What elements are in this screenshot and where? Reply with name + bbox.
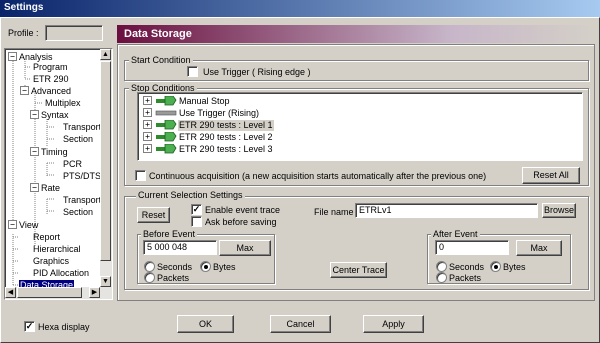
tree-collapse-icon[interactable]: − [8,220,17,229]
before-bytes-label: Bytes [213,262,236,272]
scroll-thumb[interactable] [17,287,82,298]
stop-item-manual[interactable]: Manual Stop [179,96,230,107]
tree-collapse-icon[interactable]: − [30,147,39,156]
after-event-value: 0 [439,242,445,252]
tree-item-pts-dts[interactable]: PTS/DTS [63,171,101,182]
before-event-value: 5 000 048 [147,242,188,252]
page-title: Data Storage [124,28,192,40]
after-seconds-label: Seconds [449,262,485,272]
tree-item-report[interactable]: Report [33,232,60,243]
continuous-label: Continuous acquisition (a new acquisitio… [149,171,487,181]
after-packets-label: Packets [449,273,482,283]
before-bytes-radio[interactable] [200,261,211,272]
scroll-up-icon[interactable]: ▲ [100,49,111,60]
trigger-icon [155,110,177,116]
tree-item-syntax[interactable]: Syntax [41,110,69,121]
reset-all-button[interactable]: Reset All [522,167,580,184]
expand-icon[interactable]: + [143,144,152,153]
window-title: Settings [4,2,44,13]
profile-label: Profile : [8,28,39,38]
hexa-display-checkbox[interactable]: ✓ [24,321,35,332]
stop-hand-icon [156,96,177,106]
before-event-input[interactable]: 5 000 048 [143,240,217,255]
scroll-down-icon[interactable]: ▼ [100,276,111,287]
tree-collapse-icon[interactable]: − [20,86,29,95]
current-selection-title: Current Selection Settings [136,190,245,200]
start-condition-title: Start Condition [129,55,193,65]
before-max-button[interactable]: Max [219,240,271,256]
scroll-thumb[interactable] [100,61,111,261]
apply-button[interactable]: Apply [363,315,424,333]
after-event-title: After Event [431,229,480,239]
tree-item-pid-allocation[interactable]: PID Allocation [33,268,89,279]
ask-saving-checkbox[interactable] [191,216,202,227]
before-event-title: Before Event [141,229,198,239]
tree-item-section[interactable]: Section [63,134,93,145]
after-bytes-label: Bytes [503,262,526,272]
tree-item-program[interactable]: Program [33,62,68,73]
settings-tree[interactable]: − Analysis Program ETR 290 − Advanced Mu… [4,48,113,300]
before-packets-radio[interactable] [144,272,155,283]
expand-icon[interactable]: + [143,132,152,141]
stop-hand-icon [156,132,177,142]
stop-hand-icon [156,120,177,130]
stop-item-etr-level2[interactable]: ETR 290 tests : Level 2 [179,132,273,143]
page-header: Data Storage [117,25,595,43]
reset-button[interactable]: Reset [137,207,170,223]
stop-item-etr-level3[interactable]: ETR 290 tests : Level 3 [179,144,273,155]
tree-item-hierarchical[interactable]: Hierarchical [33,244,81,255]
after-bytes-radio[interactable] [490,261,501,272]
before-packets-label: Packets [157,273,190,283]
file-name-label: File name [314,207,354,217]
tree-item-view[interactable]: View [19,220,38,231]
after-event-input[interactable]: 0 [435,240,509,255]
expand-icon[interactable]: + [143,120,152,129]
after-packets-radio[interactable] [436,272,447,283]
tree-item-timing[interactable]: Timing [41,147,68,158]
tree-item-multiplex[interactable]: Multiplex [45,98,81,109]
stop-hand-icon [156,144,177,154]
tree-item-transport[interactable]: Transport [63,195,101,206]
browse-button[interactable]: Browse [542,203,576,218]
tree-collapse-icon[interactable]: − [30,183,39,192]
window-title-bar[interactable]: Settings [0,0,600,17]
before-seconds-label: Seconds [157,262,193,272]
tree-item-transport[interactable]: Transport [63,122,101,133]
tree-collapse-icon[interactable]: − [8,52,17,61]
after-seconds-radio[interactable] [436,261,447,272]
tree-item-pcr[interactable]: PCR [63,159,82,170]
scroll-right-icon[interactable]: ▶ [89,287,100,298]
expand-icon[interactable]: + [143,108,152,117]
hexa-display-label: Hexa display [38,322,90,332]
enable-trace-checkbox[interactable]: ✓ [191,204,202,215]
center-trace-button[interactable]: Center Trace [330,262,387,278]
before-seconds-radio[interactable] [144,261,155,272]
ok-button[interactable]: OK [177,315,234,333]
tree-collapse-icon[interactable]: − [30,110,39,119]
tree-item-etr290[interactable]: ETR 290 [33,74,69,85]
tree-item-advanced[interactable]: Advanced [31,86,71,97]
ask-saving-label: Ask before saving [205,217,277,227]
tree-item-graphics[interactable]: Graphics [33,256,69,267]
stop-item-etr-level1[interactable]: ETR 290 tests : Level 1 [178,120,274,131]
tree-item-section[interactable]: Section [63,207,93,218]
use-trigger-checkbox[interactable] [187,66,198,77]
file-name-value: ETRLv1 [359,205,392,215]
continuous-checkbox[interactable] [135,170,146,181]
profile-field[interactable] [45,25,103,41]
cancel-button[interactable]: Cancel [270,315,331,333]
expand-icon[interactable]: + [143,96,152,105]
scroll-left-icon[interactable]: ◀ [5,287,16,298]
file-name-input[interactable]: ETRLv1 [355,203,538,218]
stop-conditions-list[interactable]: + Manual Stop + Use Trigger (Rising) + E… [137,92,583,161]
stop-item-use-trigger[interactable]: Use Trigger (Rising) [179,108,259,119]
tree-horizontal-scrollbar[interactable]: ◀ ▶ [5,287,112,299]
after-max-button[interactable]: Max [516,240,562,256]
tree-item-rate[interactable]: Rate [41,183,60,194]
use-trigger-label: Use Trigger ( Rising edge ) [203,67,311,77]
tree-vertical-scrollbar[interactable]: ▲ ▼ [100,49,112,287]
enable-trace-label: Enable event trace [205,205,281,215]
